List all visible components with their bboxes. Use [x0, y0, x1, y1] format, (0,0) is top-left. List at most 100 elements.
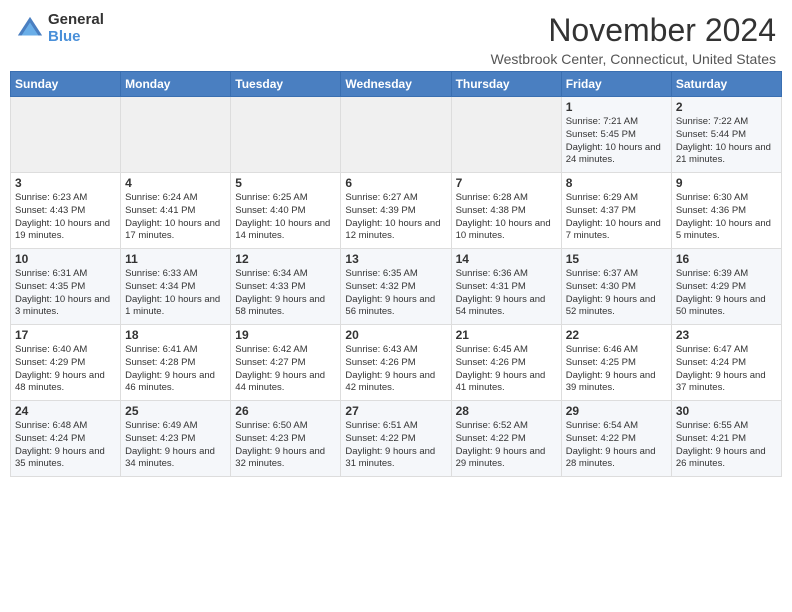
day-cell: 19 Sunrise: 6:42 AM Sunset: 4:27 PM Dayli…: [231, 325, 341, 401]
day-number: 24: [15, 404, 116, 418]
day-info: Sunrise: 6:33 AM Sunset: 4:34 PM Dayligh…: [125, 268, 226, 319]
logo-blue: Blue: [48, 29, 104, 46]
day-cell: 28Sunrise: 6:52 AM Sunset: 4:22 PM Dayli…: [451, 401, 561, 477]
day-cell: 21 Sunrise: 6:45 AM Sunset: 4:26 PM Dayli…: [451, 325, 561, 401]
day-cell: 12Sunrise: 6:34 AM Sunset: 4:33 PM Dayli…: [231, 249, 341, 325]
day-info: Sunrise: 6:29 AM Sunset: 4:37 PM Dayligh…: [566, 192, 667, 243]
day-info: Sunrise: 6:37 AM Sunset: 4:30 PM Dayligh…: [566, 268, 667, 319]
day-info: Sunrise: 6:35 AM Sunset: 4:32 PM Dayligh…: [345, 268, 446, 319]
day-info: Sunrise: 6:48 AM Sunset: 4:24 PM Dayligh…: [15, 420, 116, 471]
title-section: November 2024 Westbrook Center, Connecti…: [491, 12, 776, 67]
day-number: 11: [125, 252, 226, 266]
week-row-0: 1 Sunrise: 7:21 AM Sunset: 5:45 PM Daylig…: [11, 97, 782, 173]
day-number: 5: [235, 176, 336, 190]
day-cell: 13 Sunrise: 6:35 AM Sunset: 4:32 PM Dayli…: [341, 249, 451, 325]
header-row: SundayMondayTuesdayWednesdayThursdayFrid…: [11, 72, 782, 97]
day-number: 3: [15, 176, 116, 190]
day-number: 29: [566, 404, 667, 418]
logo-icon: [16, 15, 44, 43]
day-number: 10: [15, 252, 116, 266]
day-info: Sunrise: 6:41 AM Sunset: 4:28 PM Dayligh…: [125, 344, 226, 395]
day-cell: 8 Sunrise: 6:29 AM Sunset: 4:37 PM Daylig…: [561, 173, 671, 249]
day-number: 8: [566, 176, 667, 190]
day-number: 7: [456, 176, 557, 190]
day-number: 28: [456, 404, 557, 418]
day-number: 14: [456, 252, 557, 266]
day-info: Sunrise: 6:47 AM Sunset: 4:24 PM Dayligh…: [676, 344, 777, 395]
day-number: 15: [566, 252, 667, 266]
day-info: Sunrise: 6:49 AM Sunset: 4:23 PM Dayligh…: [125, 420, 226, 471]
day-cell: 5 Sunrise: 6:25 AM Sunset: 4:40 PM Daylig…: [231, 173, 341, 249]
day-number: 4: [125, 176, 226, 190]
day-info: Sunrise: 6:23 AM Sunset: 4:43 PM Dayligh…: [15, 192, 116, 243]
day-cell: [231, 97, 341, 173]
header-cell-monday: Monday: [121, 72, 231, 97]
month-title: November 2024: [491, 12, 776, 49]
day-number: 30: [676, 404, 777, 418]
day-cell: 17Sunrise: 6:40 AM Sunset: 4:29 PM Dayli…: [11, 325, 121, 401]
day-number: 25: [125, 404, 226, 418]
day-cell: 4 Sunrise: 6:24 AM Sunset: 4:41 PM Daylig…: [121, 173, 231, 249]
day-info: Sunrise: 6:25 AM Sunset: 4:40 PM Dayligh…: [235, 192, 336, 243]
day-number: 6: [345, 176, 446, 190]
day-number: 9: [676, 176, 777, 190]
day-cell: [451, 97, 561, 173]
day-number: 26: [235, 404, 336, 418]
day-cell: 3 Sunrise: 6:23 AM Sunset: 4:43 PM Daylig…: [11, 173, 121, 249]
day-info: Sunrise: 6:40 AM Sunset: 4:29 PM Dayligh…: [15, 344, 116, 395]
day-cell: 11 Sunrise: 6:33 AM Sunset: 4:34 PM Dayli…: [121, 249, 231, 325]
day-info: Sunrise: 7:21 AM Sunset: 5:45 PM Dayligh…: [566, 116, 667, 167]
page-header: General Blue November 2024 Westbrook Cen…: [0, 0, 792, 71]
logo-general: General: [48, 12, 104, 29]
day-cell: 15 Sunrise: 6:37 AM Sunset: 4:30 PM Dayli…: [561, 249, 671, 325]
day-info: Sunrise: 6:43 AM Sunset: 4:26 PM Dayligh…: [345, 344, 446, 395]
day-cell: 23 Sunrise: 6:47 AM Sunset: 4:24 PM Dayli…: [671, 325, 781, 401]
day-info: Sunrise: 6:55 AM Sunset: 4:21 PM Dayligh…: [676, 420, 777, 471]
day-cell: [341, 97, 451, 173]
calendar-header: SundayMondayTuesdayWednesdayThursdayFrid…: [11, 72, 782, 97]
day-cell: 26Sunrise: 6:50 AM Sunset: 4:23 PM Dayli…: [231, 401, 341, 477]
day-info: Sunrise: 6:54 AM Sunset: 4:22 PM Dayligh…: [566, 420, 667, 471]
day-cell: 30 Sunrise: 6:55 AM Sunset: 4:21 PM Dayli…: [671, 401, 781, 477]
header-cell-friday: Friday: [561, 72, 671, 97]
logo: General Blue: [16, 12, 104, 45]
day-cell: 6 Sunrise: 6:27 AM Sunset: 4:39 PM Daylig…: [341, 173, 451, 249]
day-number: 13: [345, 252, 446, 266]
day-info: Sunrise: 6:30 AM Sunset: 4:36 PM Dayligh…: [676, 192, 777, 243]
day-info: Sunrise: 6:31 AM Sunset: 4:35 PM Dayligh…: [15, 268, 116, 319]
day-cell: 25 Sunrise: 6:49 AM Sunset: 4:23 PM Dayli…: [121, 401, 231, 477]
day-number: 19: [235, 328, 336, 342]
day-number: 2: [676, 100, 777, 114]
week-row-2: 10 Sunrise: 6:31 AM Sunset: 4:35 PM Dayli…: [11, 249, 782, 325]
day-info: Sunrise: 6:28 AM Sunset: 4:38 PM Dayligh…: [456, 192, 557, 243]
day-info: Sunrise: 6:39 AM Sunset: 4:29 PM Dayligh…: [676, 268, 777, 319]
day-info: Sunrise: 6:45 AM Sunset: 4:26 PM Dayligh…: [456, 344, 557, 395]
day-number: 27: [345, 404, 446, 418]
day-cell: [121, 97, 231, 173]
day-number: 21: [456, 328, 557, 342]
day-info: Sunrise: 6:46 AM Sunset: 4:25 PM Dayligh…: [566, 344, 667, 395]
day-cell: [11, 97, 121, 173]
day-number: 20: [345, 328, 446, 342]
calendar: SundayMondayTuesdayWednesdayThursdayFrid…: [0, 71, 792, 483]
header-cell-tuesday: Tuesday: [231, 72, 341, 97]
header-cell-wednesday: Wednesday: [341, 72, 451, 97]
day-info: Sunrise: 6:36 AM Sunset: 4:31 PM Dayligh…: [456, 268, 557, 319]
day-info: Sunrise: 6:27 AM Sunset: 4:39 PM Dayligh…: [345, 192, 446, 243]
week-row-4: 24 Sunrise: 6:48 AM Sunset: 4:24 PM Dayli…: [11, 401, 782, 477]
day-info: Sunrise: 6:24 AM Sunset: 4:41 PM Dayligh…: [125, 192, 226, 243]
day-cell: 27Sunrise: 6:51 AM Sunset: 4:22 PM Dayli…: [341, 401, 451, 477]
day-cell: 20 Sunrise: 6:43 AM Sunset: 4:26 PM Dayli…: [341, 325, 451, 401]
day-number: 1: [566, 100, 667, 114]
day-cell: 18Sunrise: 6:41 AM Sunset: 4:28 PM Dayli…: [121, 325, 231, 401]
day-cell: 22Sunrise: 6:46 AM Sunset: 4:25 PM Dayli…: [561, 325, 671, 401]
logo-text: General Blue: [48, 12, 104, 45]
day-cell: 14 Sunrise: 6:36 AM Sunset: 4:31 PM Dayli…: [451, 249, 561, 325]
day-info: Sunrise: 6:42 AM Sunset: 4:27 PM Dayligh…: [235, 344, 336, 395]
calendar-table: SundayMondayTuesdayWednesdayThursdayFrid…: [10, 71, 782, 477]
day-cell: 16Sunrise: 6:39 AM Sunset: 4:29 PM Dayli…: [671, 249, 781, 325]
day-number: 12: [235, 252, 336, 266]
day-info: Sunrise: 7:22 AM Sunset: 5:44 PM Dayligh…: [676, 116, 777, 167]
day-number: 23: [676, 328, 777, 342]
header-cell-saturday: Saturday: [671, 72, 781, 97]
